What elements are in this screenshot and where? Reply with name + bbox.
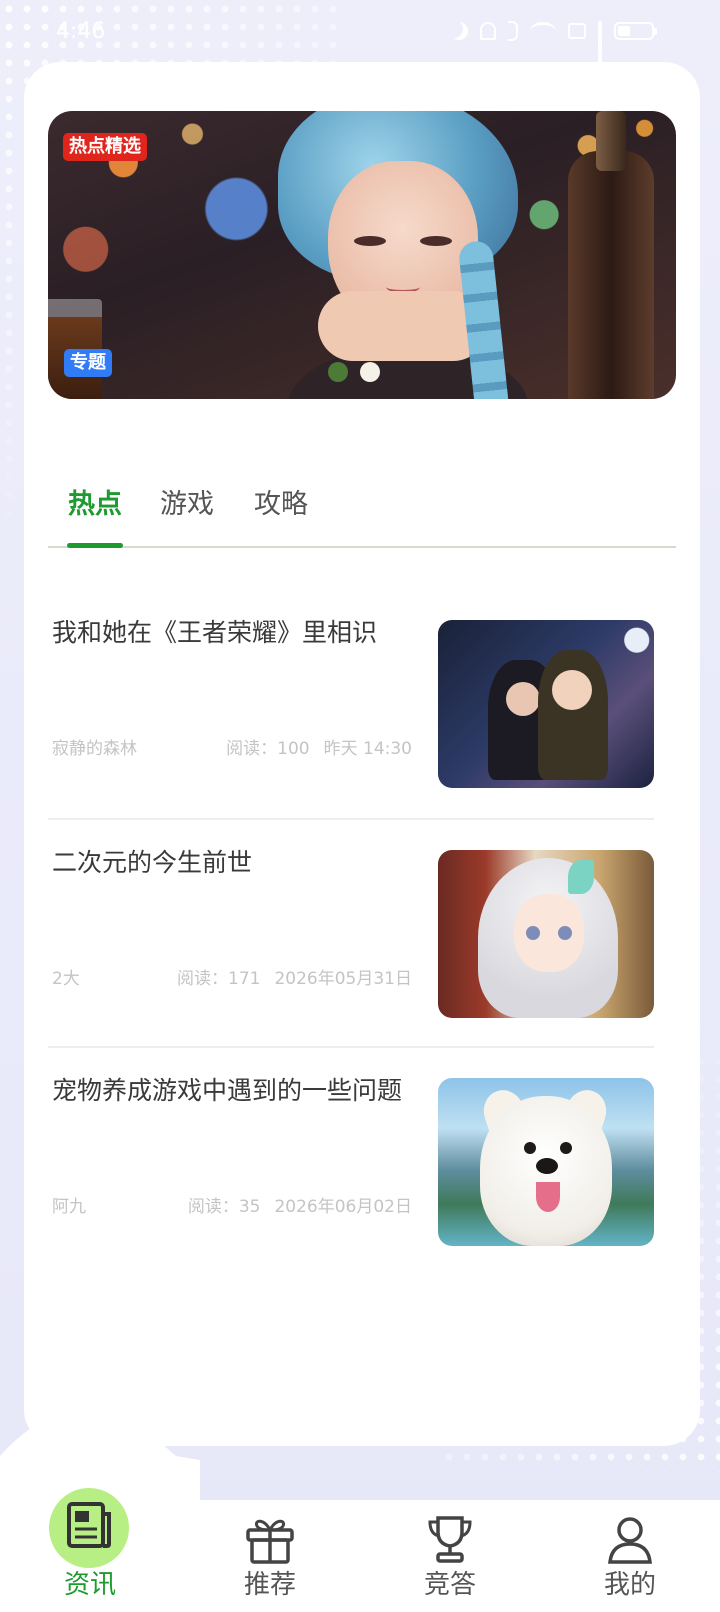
status-bar: 4:46 [0,0,720,69]
carousel-indicator [328,362,380,382]
nav-label-recommend: 推荐 [243,1570,296,1600]
news-icon [67,1502,111,1548]
carousel-dot[interactable] [360,362,380,382]
banner-character [248,111,548,399]
bluetooth-icon [508,21,518,41]
article-meta: 阅读：171 2026年05月31日 [177,964,412,989]
carousel-dot[interactable] [328,362,348,382]
article-thumbnail [438,850,654,1018]
wifi-icon [530,22,556,40]
tab-guides[interactable]: 攻略 [254,482,308,521]
nav-item-quiz[interactable]: 竞答 [390,1500,510,1612]
banner-carousel[interactable]: 热点精选 专题 [48,111,676,399]
article-title: 我和她在《王者荣耀》里相识 [52,618,378,647]
article-thumbnail [438,620,654,788]
topic-badge: 专题 [64,349,112,377]
article-date: 昨天 14:30 [323,739,412,759]
moon-icon [450,22,468,40]
main-card: 热点精选 专题 热点 游戏 攻略 我和她在《王者荣耀》里相识 寂静的森林 阅读：… [24,62,700,1446]
list-item[interactable]: 我和她在《王者荣耀》里相识 寂静的森林 阅读：100 昨天 14:30 [48,590,654,818]
user-icon [608,1517,652,1564]
article-meta: 阅读：100 昨天 14:30 [226,734,412,759]
article-author: 寂静的森林 [52,739,137,759]
hot-picks-badge: 热点精选 [63,133,147,161]
article-author: 阿九 [52,1197,86,1217]
nav-label-news: 资讯 [63,1570,116,1600]
article-author: 2大 [52,969,80,989]
category-tabs: 热点 游戏 攻略 [48,472,676,548]
trophy-icon [428,1516,472,1563]
data-icon [568,23,586,39]
article-reads: 阅读：171 [177,969,261,989]
nav-item-mine[interactable]: 我的 [570,1500,690,1612]
status-time: 4:46 [56,18,106,44]
article-title: 宠物养成游戏中遇到的一些问题 [52,1076,403,1105]
article-reads: 阅读：35 [187,1197,261,1217]
article-reads: 阅读：100 [226,739,310,759]
tab-games[interactable]: 游戏 [160,482,214,521]
article-date: 2026年05月31日 [274,969,412,989]
list-item[interactable]: 二次元的今生前世 2大 阅读：171 2026年05月31日 [48,818,654,1046]
nav-label-mine: 我的 [603,1570,656,1600]
nav-item-recommend[interactable]: 推荐 [210,1500,330,1612]
article-title: 二次元的今生前世 [52,848,253,877]
tab-hot[interactable]: 热点 [68,482,122,521]
nav-label-quiz: 竞答 [423,1570,476,1600]
signal-icon [598,21,602,69]
banner-bottle [568,111,654,399]
list-item[interactable]: 宠物养成游戏中遇到的一些问题 阿九 阅读：35 2026年06月02日 [48,1046,654,1274]
status-icons [450,21,657,69]
article-date: 2026年06月02日 [274,1197,412,1217]
article-meta: 阅读：35 2026年06月02日 [188,1192,412,1217]
battery-icon [614,22,657,40]
mute-icon [480,22,496,40]
article-thumbnail [438,1078,654,1246]
gift-icon [246,1519,294,1564]
tab-indicator [67,543,123,548]
